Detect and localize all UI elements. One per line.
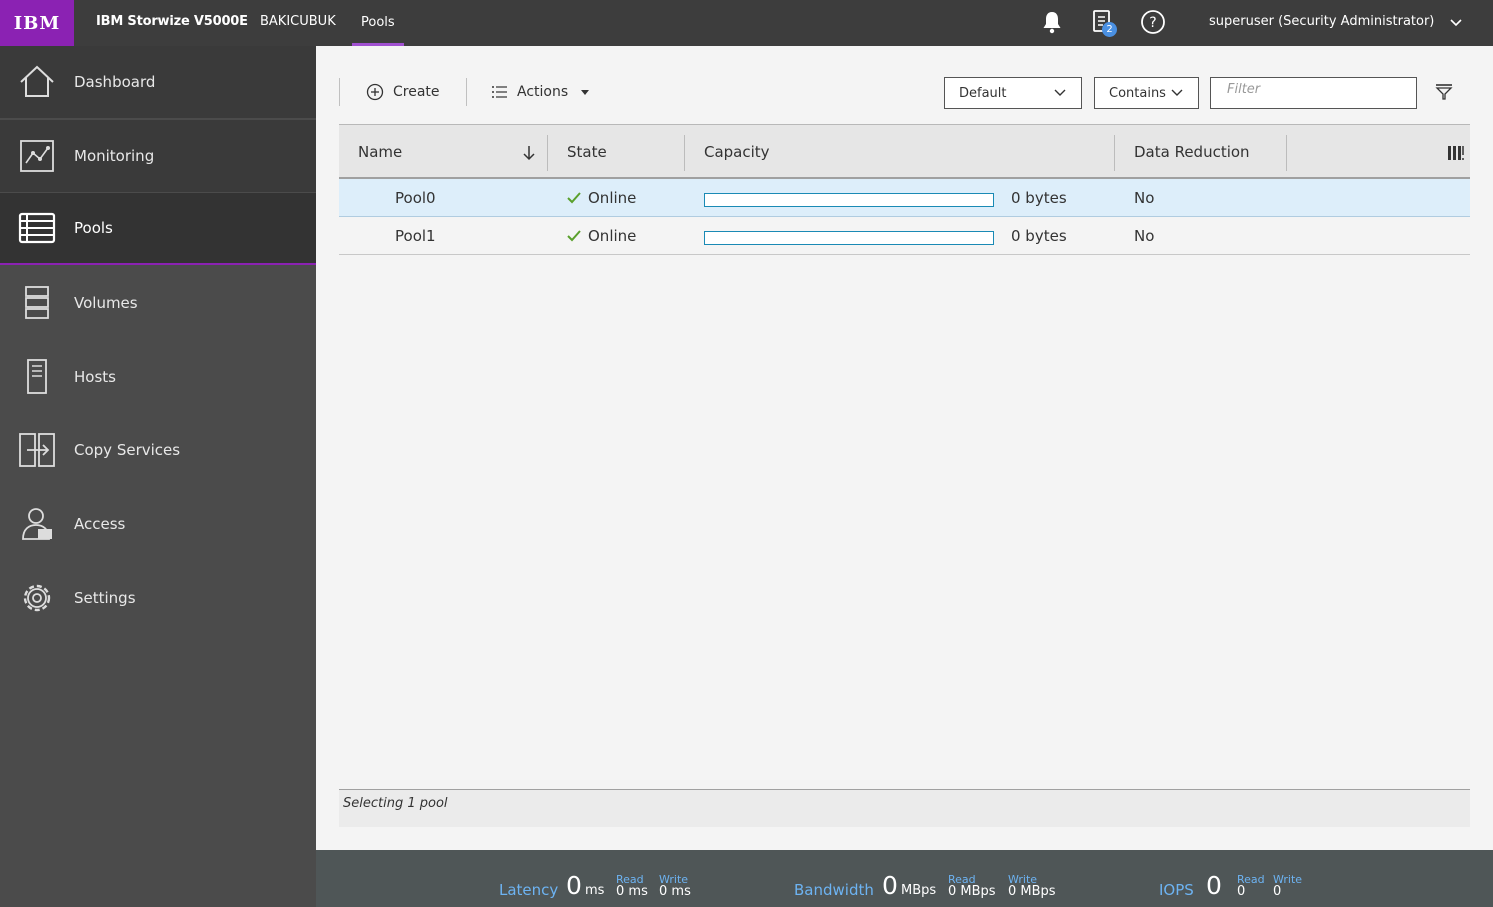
bandwidth-read-value: 0 MBps bbox=[948, 884, 996, 899]
sidebar-item-label: Copy Services bbox=[74, 441, 181, 459]
home-icon bbox=[18, 63, 56, 101]
help-icon[interactable]: ? bbox=[1139, 8, 1167, 36]
column-header-data-reduction[interactable]: Data Reduction bbox=[1134, 143, 1250, 161]
running-tasks-icon[interactable]: 2 bbox=[1088, 8, 1117, 37]
toolbar-divider bbox=[339, 78, 340, 106]
column-divider bbox=[547, 135, 548, 171]
match-select-value: Contains bbox=[1109, 85, 1166, 101]
view-select[interactable]: Default bbox=[944, 77, 1082, 109]
pool-state: Online bbox=[588, 189, 637, 207]
add-circle-icon bbox=[366, 83, 384, 101]
chevron-down-icon bbox=[1171, 89, 1183, 96]
caret-down-icon bbox=[581, 90, 590, 95]
product-name: IBM Storwize V5000E bbox=[96, 14, 248, 29]
actions-menu-button[interactable]: Actions bbox=[491, 80, 590, 104]
chevron-down-icon bbox=[1054, 89, 1066, 96]
selection-status: Selecting 1 pool bbox=[339, 789, 1470, 827]
ibm-logo[interactable]: IBM bbox=[0, 0, 74, 46]
latency-value: 0 bbox=[566, 871, 582, 900]
system-name[interactable]: BAKICUBUK bbox=[260, 14, 336, 29]
sidebar-item-label: Pools bbox=[74, 219, 113, 237]
sidebar-item-label: Access bbox=[74, 515, 126, 533]
svg-text:?: ? bbox=[1149, 15, 1156, 31]
capacity-bar bbox=[704, 193, 994, 207]
main-content: Create Actions Default Contains Filter N… bbox=[316, 46, 1493, 850]
pool-capacity: 0 bytes bbox=[1011, 227, 1067, 245]
column-divider bbox=[1286, 135, 1287, 171]
list-icon bbox=[492, 86, 507, 98]
chevron-down-icon[interactable] bbox=[1448, 12, 1464, 32]
copy-services-icon bbox=[18, 431, 56, 469]
column-divider bbox=[1114, 135, 1115, 171]
access-icon bbox=[18, 505, 56, 543]
iops-value: 0 bbox=[1206, 871, 1222, 900]
latency-read-value: 0 ms bbox=[616, 884, 648, 899]
pools-table: Name State Capacity Data Reduction Pool0… bbox=[339, 124, 1470, 255]
view-select-value: Default bbox=[959, 85, 1007, 101]
sidebar-item-volumes[interactable]: Volumes bbox=[0, 267, 316, 339]
sidebar-item-label: Settings bbox=[74, 589, 136, 607]
latency-label: Latency bbox=[499, 881, 559, 899]
bandwidth-unit: MBps bbox=[901, 883, 937, 898]
toolbar-divider bbox=[466, 78, 467, 106]
column-divider bbox=[684, 135, 685, 171]
sidebar: Dashboard Monitoring Pools Volumes Hosts… bbox=[0, 46, 316, 907]
sidebar-item-copy-services[interactable]: Copy Services bbox=[0, 414, 316, 486]
sidebar-item-label: Hosts bbox=[74, 368, 116, 386]
checkmark-icon bbox=[567, 230, 581, 242]
column-header-name[interactable]: Name bbox=[358, 143, 402, 161]
bandwidth-label: Bandwidth bbox=[794, 881, 874, 899]
performance-bar[interactable]: Latency 0 ms Read 0 ms Write 0 ms Bandwi… bbox=[316, 850, 1493, 907]
sidebar-item-label: Monitoring bbox=[74, 147, 155, 165]
capacity-bar bbox=[704, 231, 994, 245]
iops-label: IOPS bbox=[1159, 881, 1194, 899]
sidebar-item-pools[interactable]: Pools bbox=[0, 193, 316, 265]
checkmark-icon bbox=[567, 192, 581, 204]
breadcrumb-pools[interactable]: Pools bbox=[352, 0, 404, 46]
pools-icon bbox=[18, 209, 56, 247]
bandwidth-value: 0 bbox=[882, 871, 898, 900]
sidebar-item-settings[interactable]: Settings bbox=[0, 562, 316, 634]
monitoring-icon bbox=[18, 137, 56, 175]
sidebar-item-hosts[interactable]: Hosts bbox=[0, 341, 316, 413]
actions-label: Actions bbox=[517, 84, 569, 100]
sidebar-item-label: Volumes bbox=[74, 294, 138, 312]
pool-name: Pool0 bbox=[395, 189, 436, 207]
sidebar-item-dashboard[interactable]: Dashboard bbox=[0, 46, 316, 118]
pool-data-reduction: No bbox=[1134, 189, 1155, 207]
iops-read-value: 0 bbox=[1237, 884, 1246, 899]
pool-state: Online bbox=[588, 227, 637, 245]
pool-capacity: 0 bytes bbox=[1011, 189, 1067, 207]
settings-icon bbox=[18, 579, 56, 617]
column-header-state[interactable]: State bbox=[567, 143, 607, 161]
latency-unit: ms bbox=[585, 883, 605, 898]
table-header: Name State Capacity Data Reduction bbox=[339, 124, 1470, 179]
sidebar-item-label: Dashboard bbox=[74, 73, 156, 91]
filter-input[interactable]: Filter bbox=[1210, 77, 1417, 109]
hosts-icon bbox=[18, 358, 56, 396]
volumes-icon bbox=[18, 284, 56, 322]
table-row[interactable]: Pool0 Online 0 bytes No bbox=[339, 179, 1470, 217]
tasks-count-badge: 2 bbox=[1102, 22, 1117, 37]
top-bar: IBM IBM Storwize V5000E BAKICUBUK Pools … bbox=[0, 0, 1493, 46]
sidebar-item-monitoring[interactable]: Monitoring bbox=[0, 120, 316, 192]
table-row[interactable]: Pool1 Online 0 bytes No bbox=[339, 217, 1470, 255]
pool-data-reduction: No bbox=[1134, 227, 1155, 245]
advanced-filter-icon[interactable] bbox=[1434, 82, 1454, 102]
iops-write-value: 0 bbox=[1273, 884, 1282, 899]
sort-descending-icon[interactable] bbox=[522, 145, 536, 161]
create-label: Create bbox=[393, 84, 440, 100]
create-button[interactable]: Create bbox=[366, 80, 440, 104]
notifications-bell-icon[interactable] bbox=[1038, 8, 1066, 36]
column-header-capacity[interactable]: Capacity bbox=[704, 143, 770, 161]
pool-name: Pool1 bbox=[395, 227, 436, 245]
column-chooser-icon[interactable] bbox=[1447, 144, 1465, 162]
latency-write-value: 0 ms bbox=[659, 884, 691, 899]
bandwidth-write-value: 0 MBps bbox=[1008, 884, 1056, 899]
sidebar-item-access[interactable]: Access bbox=[0, 488, 316, 560]
match-select[interactable]: Contains bbox=[1094, 77, 1199, 109]
user-menu[interactable]: superuser (Security Administrator) bbox=[1209, 14, 1434, 29]
